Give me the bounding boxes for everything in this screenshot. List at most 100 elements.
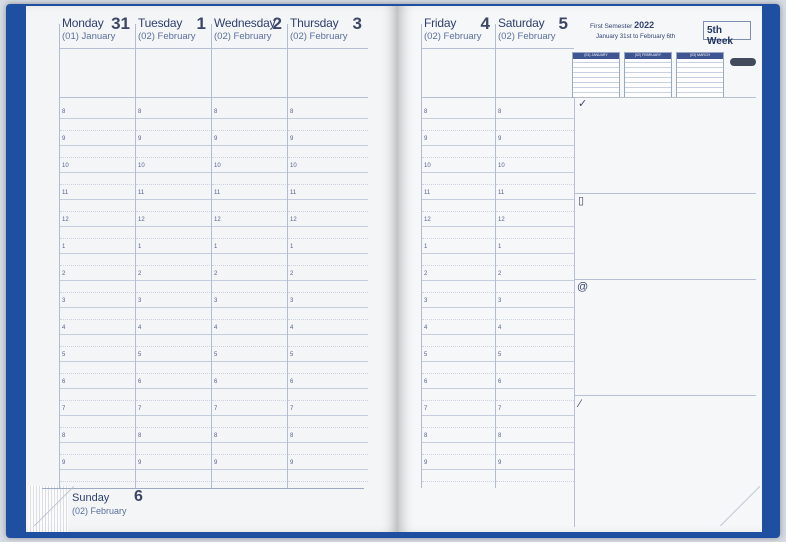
half-hour-row[interactable] <box>496 415 574 428</box>
hour-row[interactable]: 4 <box>422 320 496 335</box>
hour-row[interactable]: 6 <box>288 374 368 389</box>
half-hour-row[interactable] <box>212 388 288 401</box>
hour-row[interactable]: 5 <box>212 347 288 362</box>
hour-row[interactable]: 8 <box>288 428 368 443</box>
hour-row[interactable]: 4 <box>212 320 288 335</box>
half-hour-row[interactable] <box>136 388 212 401</box>
half-hour-row[interactable] <box>212 334 288 347</box>
hour-row[interactable]: 12 <box>422 212 496 227</box>
hour-row[interactable]: 9 <box>60 455 136 470</box>
half-hour-row[interactable] <box>288 145 368 158</box>
hour-row[interactable]: 3 <box>136 293 212 308</box>
hour-row[interactable]: 3 <box>496 293 574 308</box>
half-hour-row[interactable] <box>496 226 574 239</box>
half-hour-row[interactable] <box>422 280 496 293</box>
half-hour-row[interactable] <box>288 253 368 266</box>
half-hour-row[interactable] <box>422 253 496 266</box>
hour-row[interactable]: 10 <box>288 158 368 173</box>
half-hour-row[interactable] <box>496 280 574 293</box>
hour-row[interactable]: 4 <box>60 320 136 335</box>
half-hour-row[interactable] <box>496 388 574 401</box>
hour-row[interactable]: 5 <box>422 347 496 362</box>
hour-row[interactable]: 11 <box>60 185 136 200</box>
hour-row[interactable]: 1 <box>136 239 212 254</box>
hour-row[interactable]: 1 <box>496 239 574 254</box>
half-hour-row[interactable] <box>60 118 136 131</box>
half-hour-row[interactable] <box>212 118 288 131</box>
half-hour-row[interactable] <box>288 361 368 374</box>
day-notes-area[interactable] <box>288 48 368 98</box>
hour-row[interactable]: 12 <box>496 212 574 227</box>
hour-row[interactable]: 10 <box>60 158 136 173</box>
half-hour-row[interactable] <box>60 253 136 266</box>
hour-row[interactable]: 7 <box>60 401 136 416</box>
hour-row[interactable]: 6 <box>422 374 496 389</box>
half-hour-row[interactable] <box>288 415 368 428</box>
half-hour-row[interactable] <box>212 415 288 428</box>
half-hour-row[interactable] <box>496 361 574 374</box>
hour-row[interactable]: 11 <box>496 185 574 200</box>
half-hour-row[interactable] <box>288 118 368 131</box>
half-hour-row[interactable] <box>288 469 368 482</box>
hour-row[interactable]: 5 <box>496 347 574 362</box>
hour-row[interactable]: 1 <box>60 239 136 254</box>
half-hour-row[interactable] <box>212 145 288 158</box>
half-hour-row[interactable] <box>288 199 368 212</box>
hour-row[interactable]: 9 <box>288 131 368 146</box>
day-notes-area[interactable] <box>212 48 288 98</box>
half-hour-row[interactable] <box>422 334 496 347</box>
half-hour-row[interactable] <box>212 253 288 266</box>
hour-row[interactable]: 5 <box>288 347 368 362</box>
half-hour-row[interactable] <box>136 280 212 293</box>
hour-row[interactable]: 6 <box>496 374 574 389</box>
hour-row[interactable]: 12 <box>60 212 136 227</box>
hour-row[interactable]: 9 <box>422 455 496 470</box>
hour-row[interactable]: 1 <box>422 239 496 254</box>
half-hour-row[interactable] <box>60 361 136 374</box>
hour-row[interactable]: 3 <box>288 293 368 308</box>
hour-row[interactable]: 2 <box>288 266 368 281</box>
hour-row[interactable]: 6 <box>136 374 212 389</box>
hour-row[interactable]: 12 <box>288 212 368 227</box>
half-hour-row[interactable] <box>136 226 212 239</box>
half-hour-row[interactable] <box>422 118 496 131</box>
hour-row[interactable]: 3 <box>212 293 288 308</box>
half-hour-row[interactable] <box>422 145 496 158</box>
day-notes-area[interactable] <box>60 48 136 98</box>
hour-row[interactable]: 9 <box>60 131 136 146</box>
hour-row[interactable]: 2 <box>136 266 212 281</box>
half-hour-row[interactable] <box>288 442 368 455</box>
hour-row[interactable]: 8 <box>60 104 136 119</box>
half-hour-row[interactable] <box>60 226 136 239</box>
hour-row[interactable]: 9 <box>136 131 212 146</box>
half-hour-row[interactable] <box>496 172 574 185</box>
half-hour-row[interactable] <box>212 172 288 185</box>
half-hour-row[interactable] <box>422 388 496 401</box>
half-hour-row[interactable] <box>136 307 212 320</box>
half-hour-row[interactable] <box>212 469 288 482</box>
hour-row[interactable]: 8 <box>136 428 212 443</box>
half-hour-row[interactable] <box>60 280 136 293</box>
half-hour-row[interactable] <box>136 145 212 158</box>
hour-row[interactable]: 8 <box>60 428 136 443</box>
hour-row[interactable]: 2 <box>496 266 574 281</box>
half-hour-row[interactable] <box>60 199 136 212</box>
hour-row[interactable]: 5 <box>136 347 212 362</box>
day-notes-area[interactable] <box>496 48 574 98</box>
half-hour-row[interactable] <box>212 280 288 293</box>
hour-row[interactable]: 9 <box>136 455 212 470</box>
hour-row[interactable]: 2 <box>422 266 496 281</box>
hour-row[interactable]: 8 <box>422 428 496 443</box>
hour-row[interactable]: 8 <box>288 104 368 119</box>
half-hour-row[interactable] <box>60 388 136 401</box>
hour-row[interactable]: 12 <box>136 212 212 227</box>
half-hour-row[interactable] <box>288 280 368 293</box>
half-hour-row[interactable] <box>422 226 496 239</box>
hour-row[interactable]: 4 <box>136 320 212 335</box>
half-hour-row[interactable] <box>212 361 288 374</box>
half-hour-row[interactable] <box>60 469 136 482</box>
half-hour-row[interactable] <box>136 253 212 266</box>
half-hour-row[interactable] <box>496 145 574 158</box>
half-hour-row[interactable] <box>422 307 496 320</box>
half-hour-row[interactable] <box>422 361 496 374</box>
